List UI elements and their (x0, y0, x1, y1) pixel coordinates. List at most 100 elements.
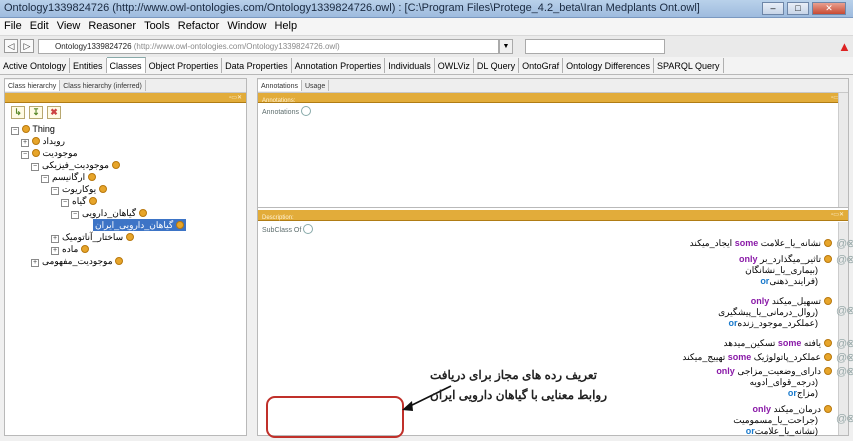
menu-edit[interactable]: Edit (26, 18, 53, 34)
annotations-scrollbar[interactable] (838, 93, 848, 207)
tab-class-hierarchy-inferred[interactable]: Class hierarchy (inferred) (60, 80, 146, 91)
collapse-icon[interactable]: − (11, 127, 19, 135)
tab-class-hierarchy[interactable]: Class hierarchy (5, 80, 61, 91)
tree-node-label: موجودیت (42, 148, 78, 158)
subclass-of-label: SubClass Of (262, 227, 302, 234)
tree-node[interactable]: + ماده (51, 243, 89, 255)
tab-ontology-differences[interactable]: Ontology Differences (563, 58, 654, 73)
restriction-filler: (فرایند_ذهنی (769, 276, 818, 286)
tab-ontograf[interactable]: OntoGraf (519, 58, 564, 73)
tab-annotations[interactable]: Annotations (258, 80, 302, 91)
tree-node[interactable]: + رویداد (21, 135, 65, 147)
tab-annotation-properties[interactable]: Annotation Properties (292, 58, 386, 73)
tab-sparql-query[interactable]: SPARQL Query (654, 58, 724, 73)
row-action-icons[interactable]: @⊗⊙⊙ (836, 237, 853, 250)
class-hierarchy-panel: Class hierarchy Class hierarchy (inferred… (4, 78, 247, 436)
tree-node-selected[interactable]: گیاهان_دارویی_ایران (93, 219, 186, 231)
tree-node-label: ارگانیسم (52, 172, 86, 182)
tree-node-label: گیاه (72, 196, 87, 206)
annotations-panel: AnnotationsUsage Annotations:▫▭✕ Annotat… (257, 78, 849, 208)
tree-node[interactable]: − موجودیت_فیزیکی (31, 159, 120, 171)
tree-node-label: گیاهان_دارویی_ایران (95, 220, 174, 230)
back-button[interactable]: ◁ (4, 39, 18, 53)
tab-entities[interactable]: Entities (70, 58, 107, 73)
collapse-icon[interactable]: − (21, 151, 29, 159)
tab-usage[interactable]: Usage (302, 80, 330, 91)
expand-icon[interactable]: + (21, 139, 29, 147)
tree-node[interactable]: − گیاهان_دارویی (71, 207, 147, 219)
add-annotation-icon[interactable] (300, 106, 311, 116)
maximize-button[interactable]: □ (787, 2, 809, 15)
menu-help[interactable]: Help (270, 18, 301, 34)
row-action-icons[interactable]: @⊗⊙⊙ (836, 304, 853, 317)
ontology-uri-field[interactable]: Ontology1339824726 (http://www.owl-ontol… (38, 39, 499, 54)
row-action-icons[interactable]: @⊗⊙⊙ (836, 253, 853, 266)
collapse-icon[interactable]: − (61, 199, 69, 207)
warning-icon[interactable]: ▲ (838, 39, 851, 54)
tab-individuals[interactable]: Individuals (385, 58, 435, 73)
collapse-icon[interactable]: − (51, 187, 59, 195)
tree-node[interactable]: − Thing (11, 123, 55, 135)
expand-icon[interactable]: + (51, 235, 59, 243)
restriction-row[interactable]: عملکرد_پاتولوژیک some تهییج_میکند @⊗⊙⊙ (272, 352, 853, 364)
row-action-icons[interactable]: @⊗⊙⊙ (836, 351, 853, 364)
close-button[interactable]: ✕ (812, 2, 846, 15)
panel-controls-icon[interactable]: ▫▭✕ (831, 211, 844, 218)
tree-node[interactable]: + ساختار_آناتومیک (51, 231, 134, 243)
class-icon (87, 173, 96, 181)
row-action-icons[interactable]: @⊗⊙⊙ (836, 412, 853, 425)
tree-node-label: ماده (62, 244, 79, 254)
tab-active-ontology[interactable]: Active Ontology (0, 58, 71, 73)
tab-owlviz[interactable]: OWLViz (435, 58, 474, 73)
restriction-row[interactable]: نشانه_یا_علامت some ایجاد_میکند @⊗⊙⊙ (272, 238, 853, 250)
description-header: Description: ▫▭✕ (258, 210, 848, 221)
collapse-icon[interactable]: − (71, 211, 79, 219)
tree-node[interactable]: + موجودیت_مفهومی (31, 255, 124, 267)
minimize-button[interactable]: – (762, 2, 784, 15)
restriction-row[interactable]: تسهیل_میکند only (روال_درمانی_یا_پیشگیری… (272, 296, 853, 329)
property-name: دارای_وضعیت_مزاجی (737, 366, 821, 376)
tab-object-properties[interactable]: Object Properties (146, 58, 223, 73)
restriction-keyword: some (734, 238, 759, 248)
tab-classes[interactable]: Classes (106, 57, 146, 73)
class-icon (115, 257, 124, 265)
menu-refactor[interactable]: Refactor (174, 18, 224, 34)
class-icon (22, 125, 30, 133)
add-subclass-button[interactable]: ↳ (11, 106, 25, 119)
panel-controls-icon[interactable]: ▫▭✕ (229, 94, 242, 101)
tree-node[interactable]: − یوکاریوت (51, 183, 107, 195)
forward-button[interactable]: ▷ (20, 39, 34, 53)
class-icon (32, 149, 40, 157)
tree-node-label: ساختار_آناتومیک (62, 232, 124, 242)
class-icon (824, 297, 832, 305)
menu-file[interactable]: File (0, 18, 26, 34)
collapse-icon[interactable]: − (31, 163, 39, 171)
restriction-filler: تهییج_میکند (682, 352, 726, 362)
restriction-row[interactable]: یافته some تسکین_میدهد @⊗⊙⊙ (272, 338, 853, 350)
or-keyword: or (760, 276, 770, 286)
restriction-row[interactable]: تاثیر_میگذارد_بر only (بیماری_یا_نشانگان… (272, 254, 853, 287)
menu-view[interactable]: View (53, 18, 85, 34)
search-input[interactable] (525, 39, 665, 54)
menu-window[interactable]: Window (223, 18, 270, 34)
menu-reasoner[interactable]: Reasoner (84, 18, 140, 34)
add-sibling-class-button[interactable]: ↧ (29, 106, 43, 119)
tree-node[interactable]: − ارگانیسم (41, 171, 96, 183)
collapse-icon[interactable]: − (41, 175, 49, 183)
row-action-icons[interactable]: @⊗⊙⊙ (836, 365, 853, 378)
tree-node-label: گیاهان_دارویی (82, 208, 137, 218)
or-keyword: or (745, 426, 755, 436)
ontology-dropdown-button[interactable]: ▼ (499, 39, 513, 54)
add-superclass-icon[interactable] (303, 224, 314, 234)
class-icon (125, 233, 134, 241)
menu-tools[interactable]: Tools (140, 18, 174, 34)
expand-icon[interactable]: + (51, 247, 59, 255)
tree-node[interactable]: − گیاه (61, 195, 97, 207)
or-keyword: or (787, 388, 797, 398)
tab-data-properties[interactable]: Data Properties (222, 58, 292, 73)
row-action-icons[interactable]: @⊗⊙⊙ (836, 337, 853, 350)
expand-icon[interactable]: + (31, 259, 39, 267)
delete-class-button[interactable]: ✖ (47, 106, 61, 119)
tree-node[interactable]: − موجودیت (21, 147, 78, 159)
tab-dl-query[interactable]: DL Query (474, 58, 520, 73)
